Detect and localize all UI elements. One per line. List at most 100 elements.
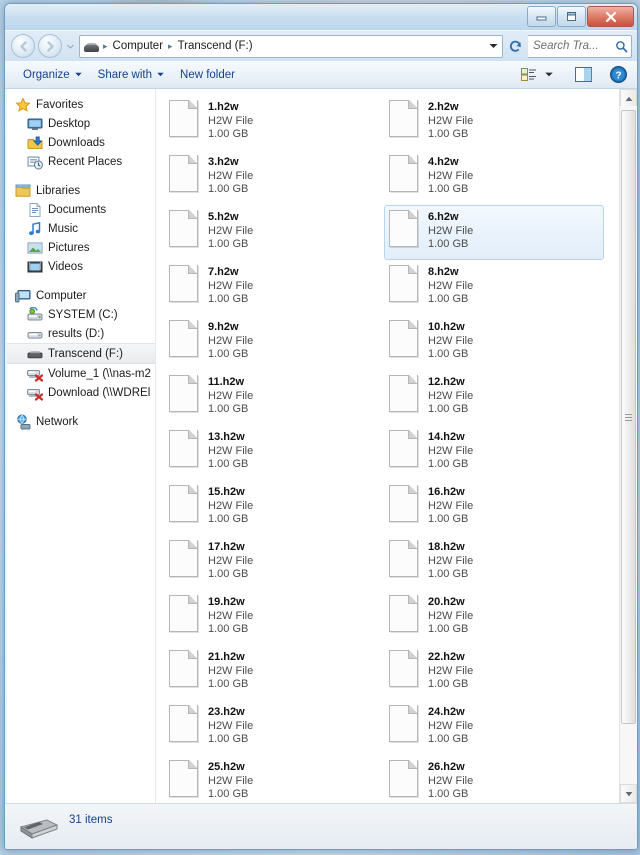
navigation-pane[interactable]: Favorites Desktop Downloads Recent Place…	[5, 89, 156, 803]
file-item[interactable]: 18.h2w H2W File 1.00 GB	[384, 535, 604, 590]
sidebar-item-results-d[interactable]: results (D:)	[5, 324, 155, 343]
scroll-down-button[interactable]	[620, 784, 637, 803]
breadcrumb-separator[interactable]: ▸	[102, 41, 109, 52]
sidebar-label: Documents	[48, 203, 107, 216]
file-item[interactable]: 21.h2w H2W File 1.00 GB	[164, 645, 384, 700]
scroll-grip-icon	[625, 412, 632, 423]
file-item[interactable]: 20.h2w H2W File 1.00 GB	[384, 590, 604, 645]
sidebar-item-favorites[interactable]: Favorites	[5, 95, 155, 114]
sidebar-item-transcend-f[interactable]: Transcend (F:)	[5, 343, 155, 364]
recent-pages-button[interactable]	[65, 37, 76, 55]
search-icon[interactable]	[615, 40, 628, 53]
file-name: 7.h2w	[208, 266, 239, 278]
file-item[interactable]: 26.h2w H2W File 1.00 GB	[384, 755, 604, 803]
file-item[interactable]: 23.h2w H2W File 1.00 GB	[164, 700, 384, 755]
file-item[interactable]: 5.h2w H2W File 1.00 GB	[164, 205, 384, 260]
file-item[interactable]: 13.h2w H2W File 1.00 GB	[164, 425, 384, 480]
search-placeholder: Search Tra...	[533, 40, 599, 52]
file-type: H2W File	[428, 719, 474, 732]
file-type: H2W File	[208, 224, 254, 237]
vertical-scrollbar[interactable]	[619, 89, 637, 803]
scrollbar-track[interactable]	[620, 106, 637, 786]
file-type: H2W File	[208, 279, 254, 292]
file-icon	[169, 375, 199, 412]
file-icon	[169, 540, 199, 577]
organize-button[interactable]: Organize	[15, 66, 90, 84]
file-item[interactable]: 12.h2w H2W File 1.00 GB	[384, 370, 604, 425]
file-icon	[169, 100, 199, 137]
sidebar-item-music[interactable]: Music	[5, 219, 155, 238]
videos-icon	[27, 259, 43, 275]
help-button[interactable]: ?	[606, 64, 631, 85]
file-list-view[interactable]: 1.h2w H2W File 1.00 GB 3.h2w H2W File 1.00 GB…	[156, 89, 637, 803]
share-with-button[interactable]: Share with	[90, 66, 172, 84]
file-icon	[169, 320, 199, 357]
file-item[interactable]: 24.h2w H2W File 1.00 GB	[384, 700, 604, 755]
sidebar-item-system-c[interactable]: SYSTEM (C:)	[5, 305, 155, 324]
file-icon	[389, 540, 419, 577]
address-input[interactable]: ▸ Computer ▸ Transcend (F:)	[79, 34, 503, 58]
file-name: 25.h2w	[208, 761, 245, 773]
file-item[interactable]: 4.h2w H2W File 1.00 GB	[384, 150, 604, 205]
preview-pane-button[interactable]	[571, 65, 596, 84]
share-with-label: Share with	[97, 68, 153, 81]
file-item[interactable]: 7.h2w H2W File 1.00 GB	[164, 260, 384, 315]
file-item[interactable]: 22.h2w H2W File 1.00 GB	[384, 645, 604, 700]
file-item[interactable]: 10.h2w H2W File 1.00 GB	[384, 315, 604, 370]
sidebar-item-documents[interactable]: Documents	[5, 200, 155, 219]
file-icon	[389, 100, 419, 137]
sidebar-item-download-network-drive[interactable]: Download (\\WDREl	[5, 383, 155, 402]
sidebar-item-libraries[interactable]: Libraries	[5, 181, 155, 200]
new-folder-button[interactable]: New folder	[172, 66, 243, 84]
file-item[interactable]: 8.h2w H2W File 1.00 GB	[384, 260, 604, 315]
sidebar-item-computer[interactable]: Computer	[5, 286, 155, 305]
breadcrumb-transcend[interactable]: Transcend (F:)	[175, 39, 256, 53]
file-type: H2W File	[208, 664, 254, 677]
file-meta: 19.h2w H2W File 1.00 GB	[208, 595, 253, 637]
file-item[interactable]: 17.h2w H2W File 1.00 GB	[164, 535, 384, 590]
file-icon	[169, 650, 199, 687]
minimize-button[interactable]	[527, 6, 556, 27]
change-view-button[interactable]	[517, 65, 541, 84]
change-view-dropdown[interactable]	[541, 70, 557, 79]
file-item[interactable]: 9.h2w H2W File 1.00 GB	[164, 315, 384, 370]
file-type: H2W File	[208, 719, 254, 732]
file-name: 22.h2w	[428, 651, 465, 663]
sidebar-item-pictures[interactable]: Pictures	[5, 238, 155, 257]
sidebar-item-downloads[interactable]: Downloads	[5, 133, 155, 152]
sidebar-item-videos[interactable]: Videos	[5, 257, 155, 276]
file-type: H2W File	[428, 334, 474, 347]
file-item[interactable]: 25.h2w H2W File 1.00 GB	[164, 755, 384, 803]
file-item[interactable]: 19.h2w H2W File 1.00 GB	[164, 590, 384, 645]
file-item[interactable]: 16.h2w H2W File 1.00 GB	[384, 480, 604, 535]
sidebar-group-computer: Computer SYSTEM (C:) results (D:) Transc…	[5, 286, 155, 402]
sidebar-item-volume1-network-drive[interactable]: Volume_1 (\\nas-m2	[5, 364, 155, 383]
close-button[interactable]	[587, 6, 634, 27]
file-meta: 5.h2w H2W File 1.00 GB	[208, 210, 253, 252]
file-item[interactable]: 11.h2w H2W File 1.00 GB	[164, 370, 384, 425]
file-item[interactable]: 3.h2w H2W File 1.00 GB	[164, 150, 384, 205]
file-item[interactable]: 6.h2w H2W File 1.00 GB	[384, 205, 604, 260]
file-icon	[389, 430, 419, 467]
file-type: H2W File	[428, 114, 474, 127]
address-dropdown-icon[interactable]	[486, 43, 500, 49]
file-meta: 7.h2w H2W File 1.00 GB	[208, 265, 253, 307]
refresh-button[interactable]	[506, 36, 525, 57]
sidebar-label: Computer	[36, 289, 87, 302]
forward-button[interactable]	[38, 34, 62, 58]
file-item[interactable]: 15.h2w H2W File 1.00 GB	[164, 480, 384, 535]
svg-text:?: ?	[615, 71, 621, 82]
file-item[interactable]: 2.h2w H2W File 1.00 GB	[384, 95, 604, 150]
sidebar-item-recent-places[interactable]: Recent Places	[5, 152, 155, 171]
back-button[interactable]	[11, 34, 35, 58]
maximize-button[interactable]	[557, 6, 586, 27]
breadcrumb-separator[interactable]: ▸	[167, 41, 174, 52]
sidebar-item-network[interactable]: Network	[5, 412, 155, 431]
scrollbar-thumb[interactable]	[621, 110, 636, 724]
file-item[interactable]: 1.h2w H2W File 1.00 GB	[164, 95, 384, 150]
breadcrumb-computer[interactable]: Computer	[110, 39, 167, 53]
sidebar-item-desktop[interactable]: Desktop	[5, 114, 155, 133]
file-item[interactable]: 14.h2w H2W File 1.00 GB	[384, 425, 604, 480]
file-icon	[389, 210, 419, 247]
search-input[interactable]: Search Tra...	[528, 34, 632, 58]
